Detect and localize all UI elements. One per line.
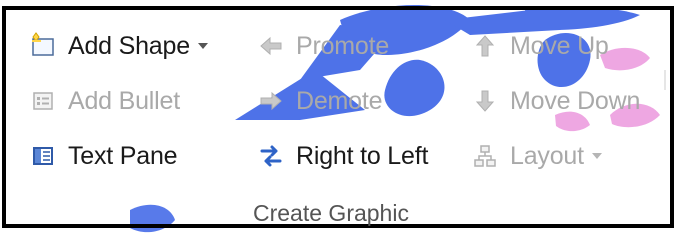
group-label-create-graphic: Create Graphic	[253, 200, 409, 226]
add-bullet-icon	[28, 86, 58, 116]
move-up-button[interactable]: Move Up	[470, 26, 609, 66]
chevron-down-icon[interactable]	[197, 43, 208, 49]
add-bullet-label: Add Bullet	[68, 86, 180, 115]
layout-label: Layout	[510, 141, 584, 170]
move-up-icon	[470, 31, 500, 61]
promote-label: Promote	[296, 31, 390, 60]
right-to-left-icon	[256, 141, 286, 171]
layout-button[interactable]: Layout	[470, 136, 602, 176]
demote-arrow-icon	[256, 86, 286, 116]
group-separator	[664, 70, 666, 90]
move-down-label: Move Down	[510, 86, 641, 115]
layout-icon	[470, 141, 500, 171]
promote-arrow-icon	[256, 31, 286, 61]
add-bullet-button[interactable]: Add Bullet	[28, 81, 180, 121]
text-pane-button[interactable]: Text Pane	[28, 136, 178, 176]
move-up-label: Move Up	[510, 31, 609, 60]
text-pane-label: Text Pane	[68, 141, 178, 170]
move-down-button[interactable]: Move Down	[470, 81, 640, 121]
right-to-left-label: Right to Left	[296, 141, 429, 170]
demote-label: Demote	[296, 86, 383, 115]
text-pane-icon	[28, 141, 58, 171]
add-shape-button[interactable]: Add Shape	[28, 26, 208, 66]
add-shape-icon	[28, 31, 58, 61]
add-shape-label: Add Shape	[68, 31, 190, 60]
demote-button[interactable]: Demote	[256, 81, 383, 121]
promote-button[interactable]: Promote	[256, 26, 389, 66]
right-to-left-button[interactable]: Right to Left	[256, 136, 428, 176]
move-down-icon	[470, 86, 500, 116]
chevron-down-icon[interactable]	[591, 153, 602, 159]
